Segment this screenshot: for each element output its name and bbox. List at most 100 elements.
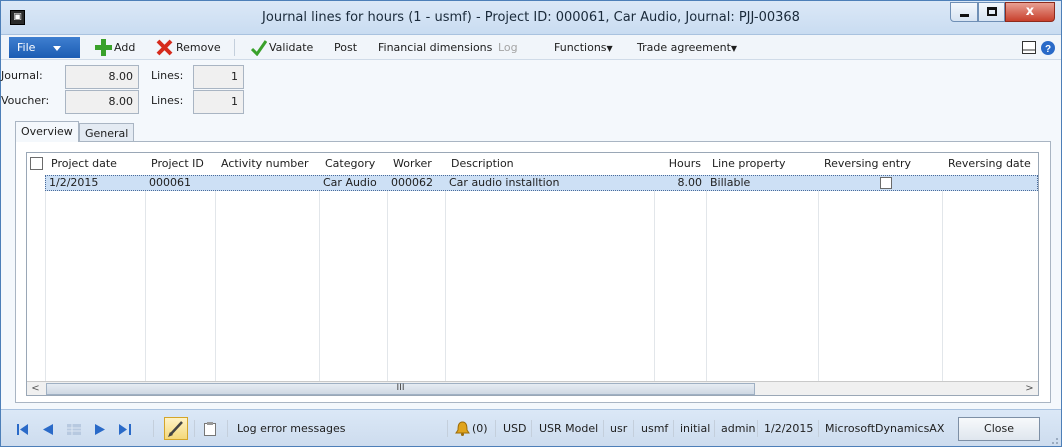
bell-icon <box>455 421 470 436</box>
scroll-right-icon[interactable]: > <box>1021 382 1038 395</box>
reversing-entry-checkbox[interactable] <box>880 177 892 189</box>
journal-label: Journal: <box>1 69 43 82</box>
file-label: File <box>17 41 36 54</box>
svg-text:?: ? <box>1045 44 1051 55</box>
last-record-icon[interactable] <box>119 424 131 435</box>
column-header-line-property[interactable]: Line property <box>708 153 818 175</box>
clipboard-icon[interactable] <box>204 422 216 436</box>
maximize-icon <box>987 7 997 16</box>
resize-grip-icon[interactable] <box>1049 435 1059 445</box>
overview-panel: Project date Project ID Activity number … <box>15 141 1051 403</box>
remove-label: Remove <box>176 41 221 54</box>
trade-agreement-menu[interactable]: Trade agreement▼ <box>637 35 737 60</box>
status-separator <box>227 420 228 437</box>
column-header-category[interactable]: Category <box>321 153 387 175</box>
journal-lines-window: ▣ Journal lines for hours (1 - usmf) - P… <box>0 0 1062 447</box>
currency-indicator[interactable]: USD <box>503 410 527 447</box>
close-button[interactable]: Close <box>958 417 1040 441</box>
column-header-hours[interactable]: Hours <box>656 153 704 175</box>
table-row[interactable]: 1/2/2015 000061 Car Audio 000062 Car aud… <box>45 175 1038 191</box>
status-separator <box>194 420 195 437</box>
action-pane: File Add Remove Validate Post Financial … <box>1 35 1061 60</box>
functions-menu[interactable]: Functions▼ <box>554 35 613 60</box>
tab-general[interactable]: General <box>79 123 135 142</box>
window-title: Journal lines for hours (1 - usmf) - Pro… <box>262 10 800 25</box>
cell-line-property[interactable]: Billable <box>707 176 819 190</box>
edit-mode-button[interactable] <box>164 417 188 440</box>
add-icon <box>95 39 112 56</box>
chevron-down-icon: ▼ <box>606 44 613 53</box>
column-header-description[interactable]: Description <box>447 153 654 175</box>
status-separator <box>447 420 448 437</box>
minimize-button[interactable] <box>950 2 978 22</box>
close-icon: x <box>1025 4 1035 19</box>
title-bar: ▣ Journal lines for hours (1 - usmf) - P… <box>1 1 1061 35</box>
company-indicator[interactable]: usmf <box>641 410 668 447</box>
partition-indicator[interactable]: initial <box>680 410 710 447</box>
model-indicator[interactable]: USR Model <box>539 410 598 447</box>
cell-project-id[interactable]: 000061 <box>146 176 216 190</box>
cell-description[interactable]: Car audio installtion <box>446 176 655 190</box>
cell-project-date[interactable]: 1/2/2015 <box>46 176 146 190</box>
column-header-project-id[interactable]: Project ID <box>147 153 215 175</box>
cell-hours[interactable]: 8.00 <box>655 176 705 190</box>
notifications-count: (0) <box>472 422 488 435</box>
add-label: Add <box>114 41 136 54</box>
first-record-icon[interactable] <box>17 424 29 435</box>
voucher-lines-label: Lines: <box>151 94 184 107</box>
minimize-icon <box>960 14 969 17</box>
pencil-icon <box>168 421 183 437</box>
column-header-activity-number[interactable]: Activity number <box>217 153 319 175</box>
select-all-checkbox[interactable] <box>30 157 43 170</box>
log-error-messages-link[interactable]: Log error messages <box>237 410 345 447</box>
log-button[interactable]: Log <box>498 35 518 60</box>
journal-hours-field[interactable]: 8.00 <box>65 65 139 89</box>
status-separator <box>603 420 604 437</box>
validate-label: Validate <box>269 41 314 54</box>
layer-indicator[interactable]: usr <box>610 410 627 447</box>
status-separator <box>673 420 674 437</box>
cell-category[interactable]: Car Audio <box>320 176 388 190</box>
status-separator <box>495 420 496 437</box>
scroll-left-icon[interactable]: < <box>27 382 44 395</box>
session-date-indicator[interactable]: 1/2/2015 <box>764 410 813 447</box>
previous-record-icon[interactable] <box>43 424 53 435</box>
journal-lines-grid: Project date Project ID Activity number … <box>26 152 1039 396</box>
maximize-button[interactable] <box>978 2 1005 22</box>
status-separator <box>714 420 715 437</box>
column-header-reversing-date[interactable]: Reversing date <box>944 153 1038 175</box>
functions-label: Functions <box>554 41 607 54</box>
cell-reversing-date[interactable] <box>943 176 1037 190</box>
cell-activity-number[interactable] <box>216 176 320 190</box>
next-record-icon[interactable] <box>95 424 105 435</box>
column-header-project-date[interactable]: Project date <box>47 153 145 175</box>
horizontal-scrollbar[interactable]: < III > <box>27 381 1038 395</box>
tab-overview[interactable]: Overview <box>15 121 79 142</box>
status-separator <box>757 420 758 437</box>
voucher-hours-field[interactable]: 8.00 <box>65 90 139 114</box>
post-button[interactable]: Post <box>334 35 357 60</box>
close-window-button[interactable]: x <box>1005 2 1055 22</box>
voucher-lines-field[interactable]: 1 <box>193 90 244 114</box>
instance-indicator[interactable]: MicrosoftDynamicsAX <box>825 410 944 447</box>
trade-agreement-label: Trade agreement <box>637 41 731 54</box>
status-separator <box>153 420 154 437</box>
voucher-label: Voucher: <box>1 94 50 107</box>
file-menu-button[interactable]: File <box>9 37 80 58</box>
help-icon[interactable]: ? <box>1041 41 1055 55</box>
cell-worker[interactable]: 000062 <box>388 176 446 190</box>
checkmark-icon <box>251 40 267 56</box>
toolbar-separator <box>234 39 235 56</box>
grid-view-icon[interactable] <box>67 424 81 435</box>
status-separator <box>531 420 532 437</box>
financial-dimensions-button[interactable]: Financial dimensions <box>378 35 492 60</box>
status-separator <box>633 420 634 437</box>
user-indicator[interactable]: admin <box>721 410 755 447</box>
scroll-grip-icon: III <box>396 383 405 393</box>
status-separator <box>818 420 819 437</box>
column-header-worker[interactable]: Worker <box>389 153 445 175</box>
journal-lines-field[interactable]: 1 <box>193 65 244 89</box>
column-header-reversing-entry[interactable]: Reversing entry <box>820 153 942 175</box>
scrollbar-thumb[interactable]: III <box>46 383 755 395</box>
layout-icon[interactable] <box>1022 41 1036 54</box>
